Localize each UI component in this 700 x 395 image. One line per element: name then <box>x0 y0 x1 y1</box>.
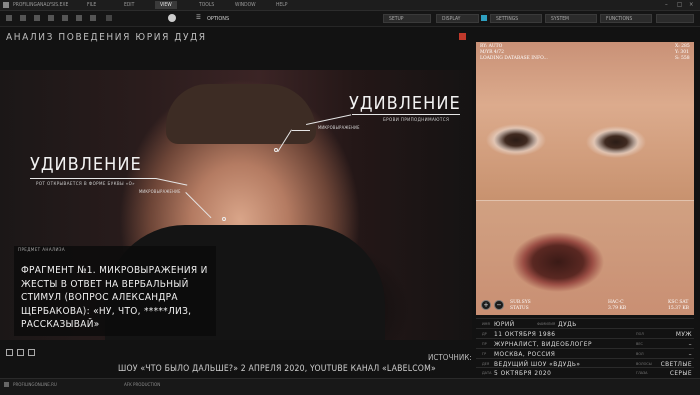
menu-app-file[interactable]: PROFILINGANALYSIS.EXE <box>13 1 68 9</box>
functions-button[interactable]: FUNCTIONS <box>600 14 652 23</box>
menu-help[interactable]: HELP <box>276 1 287 9</box>
info-value-2: – <box>688 349 692 358</box>
emotion-label-left: УДИВЛЕНИЕ <box>30 154 142 175</box>
record-toggle-icon[interactable] <box>168 14 176 22</box>
tool-icon-1[interactable] <box>6 15 12 21</box>
info-value-2: ДУДЬ <box>558 319 577 328</box>
maximize-icon[interactable]: □ <box>677 1 682 9</box>
info-row-city: ГР МОСКВА, РОССИЯ ВОЛ – <box>476 348 694 359</box>
info-row-name: ИМЯ ЮРИЙ ФАМИЛИЯ ДУДЬ <box>476 318 694 329</box>
info-key: ГР <box>482 351 487 356</box>
info-row-date: ДАТА 5 ОКТЯБРЯ 2020 ГЛАЗА СЕРЫЕ <box>476 367 694 378</box>
tool-icon-7[interactable] <box>90 15 96 21</box>
subject-tag: ПРЕДМЕТ АНАЛИЗА <box>18 248 66 253</box>
page-title: АНАЛИЗ ПОВЕДЕНИЯ ЮРИЯ ДУДЯ <box>6 32 207 43</box>
close-icon[interactable]: × <box>689 1 694 9</box>
pointer-line-right-2 <box>292 130 310 131</box>
closeup-eyes-frame <box>476 42 694 200</box>
info-key-2: ПОЛ <box>636 331 644 336</box>
emotion-label-right: УДИВЛЕНИЕ <box>349 93 461 114</box>
overlay-line: STATUS <box>510 306 529 311</box>
info-value-2: МУЖ <box>675 329 692 338</box>
info-key: ДАТА <box>482 370 492 375</box>
tool-icon-2[interactable] <box>20 15 26 21</box>
menu-window[interactable]: WINDOW <box>235 1 256 9</box>
emotion-underline-right <box>352 114 460 115</box>
view-mode-icon-3[interactable] <box>28 349 35 356</box>
brow-marker <box>274 148 278 152</box>
tool-icon-6[interactable] <box>76 15 82 21</box>
info-key: ИМЯ <box>482 321 490 326</box>
info-key-2: ВЕС <box>636 341 643 346</box>
info-key: ДР <box>482 331 487 336</box>
overlay-line: LOADING DATABASE INFO... <box>480 56 548 61</box>
status-icon <box>4 382 9 387</box>
micro-label-right: МИКРОВЫРАЖЕНИЕ <box>318 125 360 130</box>
zoom-out-icon[interactable]: − <box>494 300 504 310</box>
system-button[interactable]: SYSTEM <box>545 14 597 23</box>
minimize-icon[interactable]: – <box>665 1 668 9</box>
app-icon <box>3 2 9 8</box>
micro-label-left: МИКРОВЫРАЖЕНИЕ <box>139 189 181 194</box>
info-key-2: ФАМИЛИЯ <box>537 321 556 326</box>
status-bar <box>0 378 700 395</box>
subject-text: ФРАГМЕНТ №1. МИКРОВЫРАЖЕНИЯ И ЖЕСТЫ В ОТ… <box>21 265 208 331</box>
info-value: МОСКВА, РОССИЯ <box>494 349 556 358</box>
info-key-2: ВОЛ <box>636 351 644 356</box>
info-key-2: ВОЛОСЫ <box>636 361 652 366</box>
info-key: ДЕЯ <box>482 361 490 366</box>
info-value-2: – <box>688 339 692 348</box>
setup-button[interactable]: SETUP <box>383 14 431 23</box>
closeup-divider <box>476 200 694 201</box>
extra-button[interactable] <box>656 14 694 23</box>
record-indicator <box>459 33 466 40</box>
info-key: ПР <box>482 341 487 346</box>
options-menu-icon[interactable]: ☰ <box>196 14 201 22</box>
emotion-underline-left <box>30 178 156 179</box>
overlay-line: 15.37 KB <box>668 306 689 311</box>
source-text: ШОУ «ЧТО БЫЛО ДАЛЬШЕ?» 2 АПРЕЛЯ 2020, YO… <box>118 364 436 374</box>
view-mode-icon-2[interactable] <box>17 349 24 356</box>
info-value: ЖУРНАЛИСТ, ВИДЕОБЛОГЕР <box>494 339 592 348</box>
menu-bar: PROFILINGANALYSIS.EXE FILE EDIT VIEW TOO… <box>0 0 700 11</box>
tool-icon-5[interactable] <box>62 15 68 21</box>
info-value-2: СЕРЫЕ <box>669 368 692 377</box>
overlay-top-left: RY: AUTO M/YR 4/72 LOADING DATABASE INFO… <box>480 44 548 62</box>
tool-icon-3[interactable] <box>34 15 40 21</box>
options-label[interactable]: OPTIONS <box>207 15 229 23</box>
menu-view[interactable]: VIEW <box>155 1 177 9</box>
overlay-sub-sys: SUB.SYS STATUS <box>510 300 531 312</box>
info-key-2: ГЛАЗА <box>636 370 648 375</box>
status-production: AFK PRODUCTION <box>124 383 161 388</box>
overlay-hac: HAC-C 3.79 KB <box>608 300 626 312</box>
emotion-desc-left: РОТ ОТКРЫВАЕТСЯ В ФОРМЕ БУКВЫ «О» <box>36 182 136 187</box>
source-label: ИСТОЧНИК: <box>428 353 472 362</box>
info-value: ЮРИЙ <box>494 319 515 328</box>
overlay-top-right: X: 285 Y: 301 S: 558 <box>675 44 690 62</box>
video-subject-hair <box>166 84 316 144</box>
status-site: PROFILINGONLINE.RU <box>13 383 57 388</box>
info-value: 11 ОКТЯБРЯ 1986 <box>494 329 556 338</box>
closeup-mouth-frame <box>476 200 694 315</box>
mouth-marker <box>222 217 226 221</box>
overlay-line: S: 558 <box>675 56 690 61</box>
toolbar: ☰ OPTIONS SETUP DISPLAY SETTINGS SYSTEM … <box>0 11 700 27</box>
info-row-profession: ПР ЖУРНАЛИСТ, ВИДЕОБЛОГЕР ВЕС – <box>476 338 694 349</box>
info-value: 5 ОКТЯБРЯ 2020 <box>494 368 552 377</box>
tool-icon-8[interactable] <box>106 15 112 21</box>
zoom-in-icon[interactable]: + <box>481 300 491 310</box>
emotion-desc-right: БРОВИ ПРИПОДНИМАЮТСЯ <box>383 118 450 123</box>
info-row-birth: ДР 11 ОКТЯБРЯ 1986 ПОЛ МУЖ <box>476 328 694 339</box>
display-indicator <box>481 15 487 21</box>
overlay-ksc: KSC SAT 15.37 KB <box>668 300 689 312</box>
menu-file[interactable]: FILE <box>87 1 96 9</box>
view-mode-icon-1[interactable] <box>6 349 13 356</box>
display-button[interactable]: DISPLAY <box>436 14 479 23</box>
menu-edit[interactable]: EDIT <box>124 1 134 9</box>
tool-icon-4[interactable] <box>48 15 54 21</box>
overlay-line: 3.79 KB <box>608 306 627 311</box>
settings-button[interactable]: SETTINGS <box>490 14 542 23</box>
menu-tools[interactable]: TOOLS <box>199 1 214 9</box>
